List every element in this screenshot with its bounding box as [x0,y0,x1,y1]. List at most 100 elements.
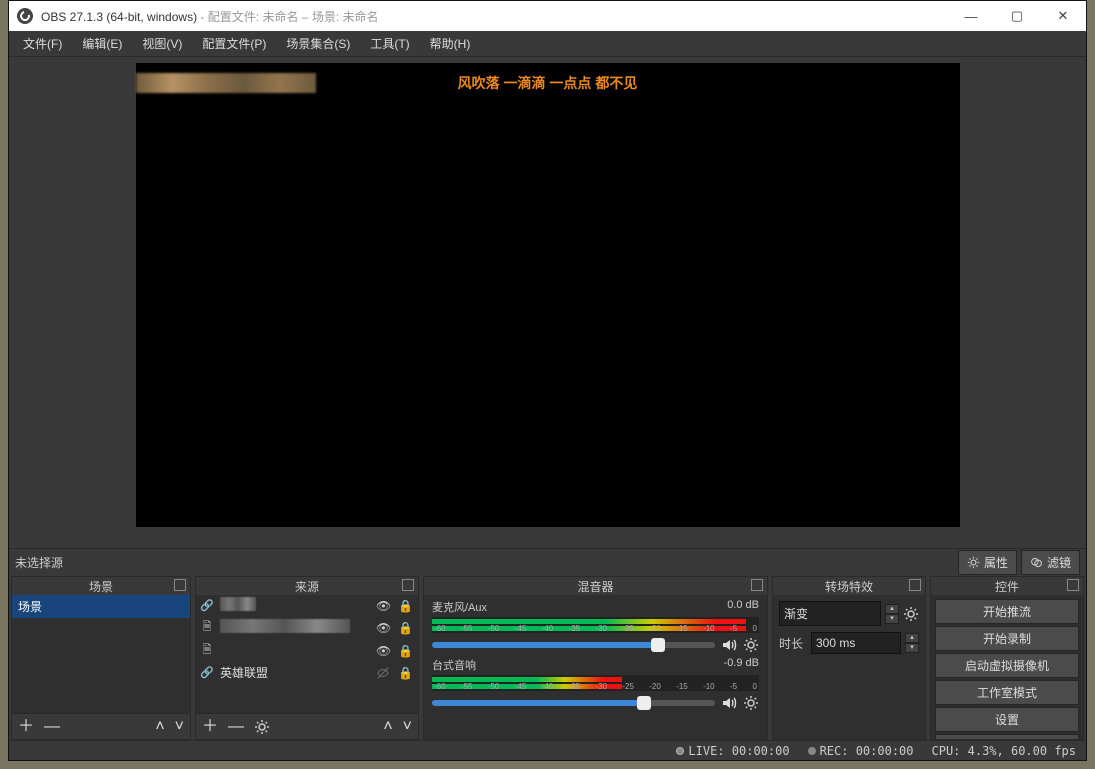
source-label [220,619,370,636]
obs-app-icon [17,8,33,24]
source-move-down-button[interactable]: ˅ [403,719,412,735]
source-label: 英雄联盟 [220,664,370,681]
live-dot-icon [676,747,684,755]
preview-canvas[interactable]: 风吹落 一滴滴 一点点 都不见 [136,63,960,527]
lock-toggle[interactable]: 🔒 [398,666,414,680]
exit-button[interactable]: 退出 [935,734,1079,739]
scenes-dock: 场景 场景 ＋ — ˄ ˅ [11,576,191,740]
duration-input[interactable]: 300 ms [811,632,901,654]
mixer-header: 混音器 [424,577,767,595]
source-label [220,597,370,614]
scenes-list[interactable]: 场景 [12,595,190,713]
filters-icon [1030,556,1043,569]
link-icon: 🔗 [200,599,214,612]
controls-dock: 控件 开始推流 开始录制 启动虚拟摄像机 工作室模式 设置 退出 [930,576,1084,740]
popout-icon[interactable] [909,579,921,591]
menu-edit[interactable]: 编辑(E) [72,31,132,56]
transitions-header: 转场特效 [773,577,925,595]
scenes-header: 场景 [12,577,190,595]
status-live: LIVE: 00:00:00 [676,744,789,758]
source-move-up-button[interactable]: ˄ [383,719,392,735]
visibility-toggle[interactable]: 👁 [376,644,392,658]
channel-name: 麦克风/Aux [432,599,487,615]
volume-slider[interactable] [432,642,715,648]
add-source-button[interactable]: ＋ [202,719,218,735]
source-row[interactable]: 🔗 👁 🔒 [196,595,418,616]
docks: 场景 场景 ＋ — ˄ ˅ 来源 🔗 [9,576,1086,740]
visibility-toggle[interactable]: 👁 [376,599,392,613]
volume-meter: -60-55-50-45-40-35-30-25-20-15-10-50 [432,617,759,633]
menu-profile[interactable]: 配置文件(P) [192,31,276,56]
visibility-toggle[interactable]: 👁 [376,621,392,635]
file-icon: 🗎 [200,618,214,637]
preview-lyric-text: 风吹落 一滴滴 一点点 都不见 [136,73,960,93]
menubar: 文件(F) 编辑(E) 视图(V) 配置文件(P) 场景集合(S) 工具(T) … [9,31,1086,57]
duration-spin[interactable]: ▴▾ [905,633,919,653]
gear-icon[interactable] [743,695,759,711]
filters-button[interactable]: 滤镜 [1021,550,1080,575]
lock-toggle[interactable]: 🔒 [398,621,414,635]
start-recording-button[interactable]: 开始录制 [935,626,1079,651]
maximize-button[interactable]: ▢ [994,1,1040,31]
remove-scene-button[interactable]: — [44,719,60,735]
menu-help[interactable]: 帮助(H) [420,31,481,56]
transition-select[interactable]: 渐变 [779,601,881,626]
gear-icon[interactable] [903,606,919,622]
channel-name: 台式音响 [432,657,476,673]
menu-view[interactable]: 视图(V) [132,31,192,56]
duration-label: 时长 [779,635,807,652]
titlebar: OBS 27.1.3 (64-bit, windows) - 配置文件: 未命名… [9,1,1086,31]
remove-source-button[interactable]: — [228,719,244,735]
popout-icon[interactable] [174,579,186,591]
sources-list[interactable]: 🔗 👁 🔒 🗎 👁 🔒 🗎 👁 🔒 [196,595,418,713]
gear-icon[interactable] [743,637,759,653]
visibility-toggle[interactable] [376,666,392,680]
gear-icon [967,556,980,569]
status-rec: REC: 00:00:00 [808,744,914,758]
transition-spin[interactable]: ▴▾ [885,604,899,624]
start-streaming-button[interactable]: 开始推流 [935,599,1079,624]
sources-dock: 来源 🔗 👁 🔒 🗎 👁 🔒 🗎 [195,576,419,740]
source-row[interactable]: 🔗 英雄联盟 🔒 [196,662,418,683]
link-icon: 🔗 [200,666,214,679]
source-toolbar: 未选择源 属性 滤镜 [9,548,1086,576]
status-cpu: CPU: 4.3%, 60.00 fps [932,744,1077,758]
channel-db: 0.0 dB [727,599,759,615]
sources-header: 来源 [196,577,418,595]
window-buttons: — ▢ ✕ [948,1,1086,31]
speaker-icon[interactable] [721,695,737,711]
menu-tools[interactable]: 工具(T) [360,31,419,56]
preview-area: 风吹落 一滴滴 一点点 都不见 [9,57,1086,548]
close-button[interactable]: ✕ [1040,1,1086,31]
source-properties-button[interactable] [254,719,270,735]
popout-icon[interactable] [1067,579,1079,591]
settings-button[interactable]: 设置 [935,707,1079,732]
lock-toggle[interactable]: 🔒 [398,644,414,658]
lock-toggle[interactable]: 🔒 [398,599,414,613]
mixer-channel-mic: 麦克风/Aux 0.0 dB -60-55-50-45-40-35-30-25-… [424,595,767,653]
menu-file[interactable]: 文件(F) [13,31,72,56]
obs-window: OBS 27.1.3 (64-bit, windows) - 配置文件: 未命名… [8,0,1087,761]
properties-button[interactable]: 属性 [958,550,1017,575]
transitions-dock: 转场特效 渐变 ▴▾ 时长 300 ms ▴▾ [772,576,926,740]
volume-slider[interactable] [432,700,715,706]
volume-meter: -60-55-50-45-40-35-30-25-20-15-10-50 [432,675,759,691]
start-virtualcam-button[interactable]: 启动虚拟摄像机 [935,653,1079,678]
scene-row[interactable]: 场景 [12,595,190,618]
minimize-button[interactable]: — [948,1,994,31]
speaker-icon[interactable] [721,637,737,653]
scene-move-down-button[interactable]: ˅ [175,719,184,735]
scene-move-up-button[interactable]: ˄ [155,719,164,735]
scenes-toolbar: ＋ — ˄ ˅ [12,713,190,739]
add-scene-button[interactable]: ＋ [18,719,34,735]
source-row[interactable]: 🗎 👁 🔒 [196,639,418,662]
file-icon: 🗎 [200,641,214,660]
popout-icon[interactable] [751,579,763,591]
channel-db: -0.9 dB [724,657,759,673]
source-row[interactable]: 🗎 👁 🔒 [196,616,418,639]
menu-scene-collection[interactable]: 场景集合(S) [276,31,360,56]
popout-icon[interactable] [402,579,414,591]
controls-body: 开始推流 开始录制 启动虚拟摄像机 工作室模式 设置 退出 [931,595,1083,739]
studio-mode-button[interactable]: 工作室模式 [935,680,1079,705]
mixer-channel-desktop: 台式音响 -0.9 dB -60-55-50-45-40-35-30-25-20… [424,653,767,711]
